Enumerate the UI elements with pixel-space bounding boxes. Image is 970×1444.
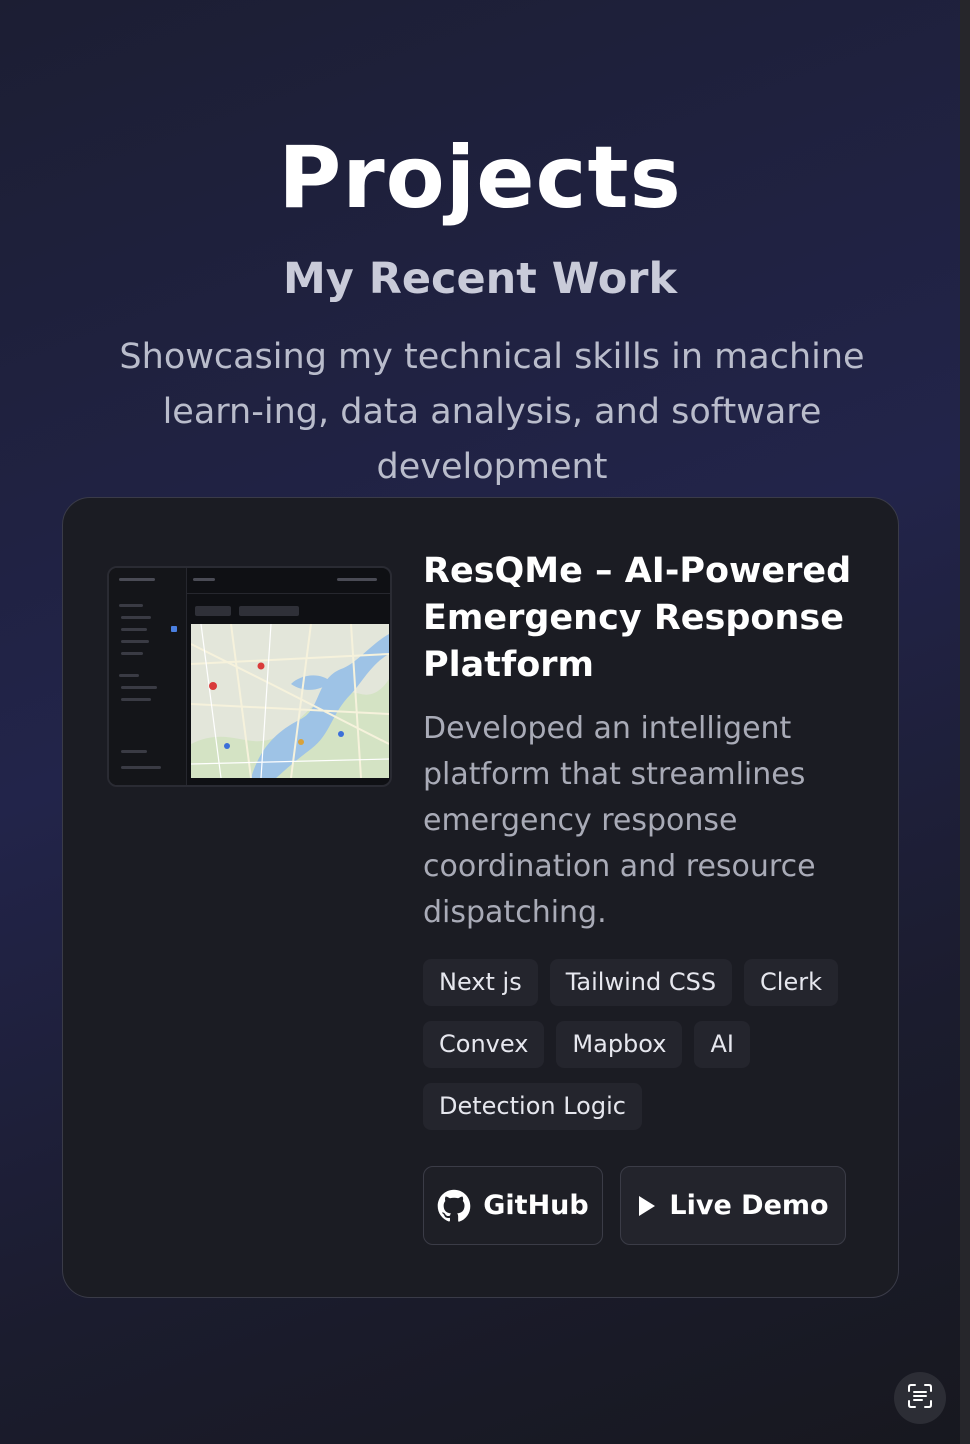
scan-text-icon (906, 1382, 934, 1414)
tag: Next js (423, 959, 538, 1006)
tag: AI (694, 1021, 750, 1068)
github-icon (437, 1189, 471, 1223)
page-subtitle: My Recent Work (282, 254, 678, 304)
live-demo-button[interactable]: Live Demo (620, 1166, 846, 1245)
tech-tags: Next js Tailwind CSS Clerk Convex Mapbox… (423, 959, 863, 1130)
project-screenshot[interactable] (107, 566, 392, 787)
live-demo-label: Live Demo (669, 1190, 829, 1221)
tag: Mapbox (556, 1021, 683, 1068)
thumb-sidebar (109, 568, 187, 785)
thumb-topbar (187, 568, 390, 594)
play-icon (637, 1195, 657, 1217)
window-edge (960, 0, 970, 1444)
thumb-map (191, 624, 389, 778)
github-button[interactable]: GitHub (423, 1166, 603, 1245)
page-description: Showcasing my technical skills in machin… (119, 337, 865, 487)
project-card: ResQMe – AI-Powered Emergency Response P… (62, 497, 899, 1298)
github-label: GitHub (483, 1190, 589, 1221)
scan-text-button[interactable] (894, 1372, 946, 1424)
project-title: ResQMe – AI-Powered Emergency Response P… (423, 551, 852, 685)
tag: Detection Logic (423, 1083, 642, 1130)
tag: Tailwind CSS (549, 959, 733, 1006)
page-title: Projects (278, 128, 682, 228)
project-description: Developed an intelligent platform that s… (423, 711, 816, 930)
tag: Convex (423, 1021, 545, 1068)
tag: Clerk (744, 959, 839, 1006)
